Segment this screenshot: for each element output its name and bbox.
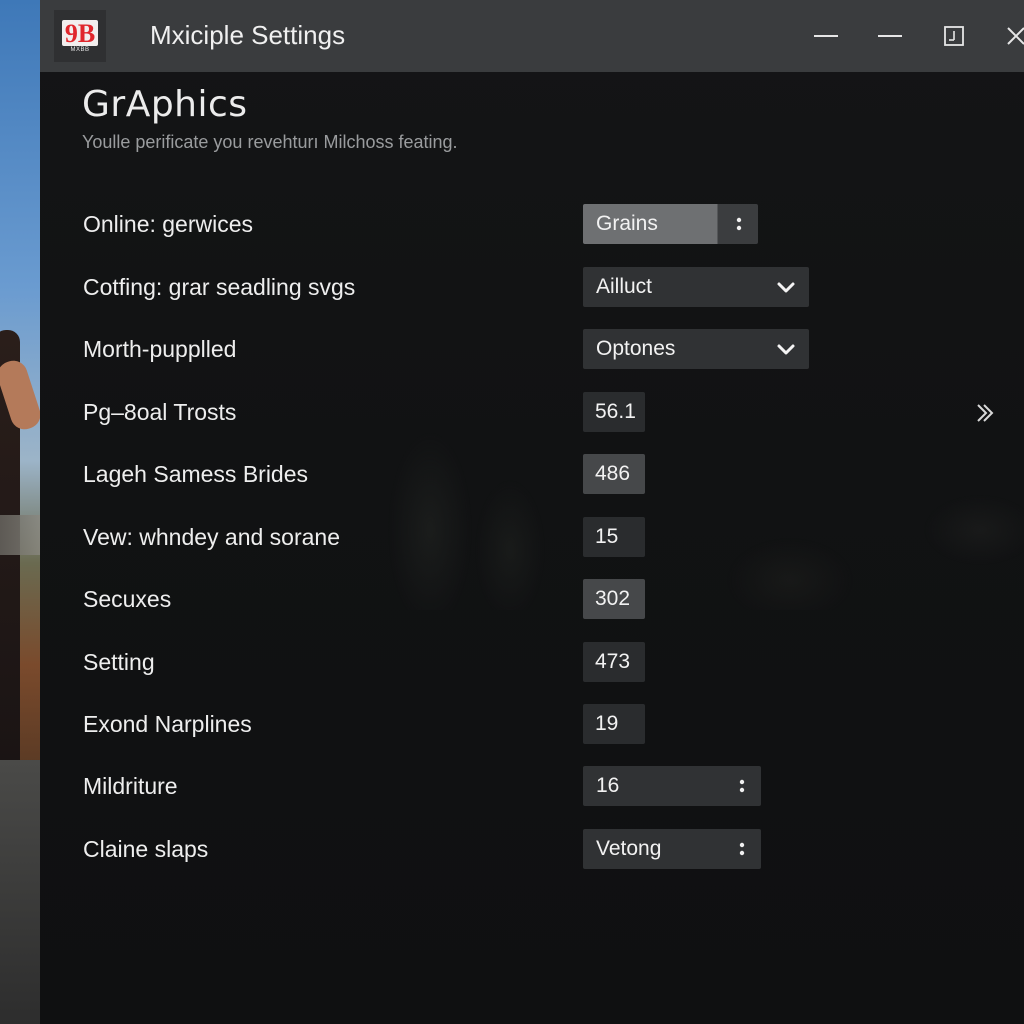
page-title: GrAphics	[82, 84, 248, 125]
setting-label: Vew: whndey and sorane	[83, 524, 341, 550]
page-subtitle: Youlle perificate you revehturı Milchoss…	[82, 132, 458, 152]
dropdown-value: Optones	[596, 337, 676, 360]
restore-icon	[878, 35, 902, 37]
app-logo: 9B MXBB	[54, 10, 106, 62]
restore-down-button[interactable]	[870, 16, 910, 56]
settings-window: 9B MXBB Mxiciple Settings GrAphics Youll…	[40, 0, 1024, 1024]
number-field[interactable]: 302	[583, 579, 645, 619]
chevron-down-icon	[771, 329, 801, 369]
setting-label: Exond Narplines	[83, 711, 252, 737]
distant-structure	[0, 515, 40, 555]
title-bar: 9B MXBB Mxiciple Settings	[40, 0, 1024, 72]
maximize-icon	[944, 26, 964, 46]
setting-label: Setting	[83, 649, 155, 675]
minimize-icon	[814, 35, 838, 37]
maximize-button[interactable]	[934, 16, 974, 56]
close-icon	[1007, 27, 1024, 45]
kebab-spinner-icon	[727, 766, 757, 806]
spinner-control[interactable]: Vetong	[583, 829, 761, 869]
setting-label: Morth-pupplled	[83, 336, 237, 362]
setting-label: Pg–8oal Trosts	[83, 399, 237, 425]
number-field[interactable]: 56.1	[583, 392, 645, 432]
road	[0, 760, 40, 1024]
spinner-control[interactable]: 16	[583, 766, 761, 806]
number-field[interactable]: 473	[583, 642, 645, 682]
chevron-down-icon	[771, 267, 801, 307]
setting-label: Lageh Samess Brides	[83, 461, 309, 487]
background-forest	[340, 390, 1024, 610]
close-button[interactable]	[996, 16, 1024, 56]
dropdown-value: Ailluct	[596, 275, 653, 298]
number-field[interactable]: 19	[583, 704, 645, 744]
setting-label: Secuxes	[83, 586, 172, 612]
number-field[interactable]: 15	[583, 517, 645, 557]
kebab-spinner-icon	[727, 829, 757, 869]
kebab-spinner-icon	[724, 204, 754, 244]
expand-panel-button[interactable]	[970, 396, 1000, 430]
setting-label: Online: gerwices	[83, 211, 254, 237]
dropdown-select[interactable]: Ailluct	[583, 267, 809, 307]
dropdown-select[interactable]: Optones	[583, 329, 809, 369]
background-game-scene	[0, 0, 40, 1024]
setting-label: Mildriture	[83, 773, 178, 799]
logo-mark: 9B	[61, 19, 99, 46]
setting-label: Claine slaps	[83, 836, 209, 862]
setting-label: Cotfing: grar seadling svgs	[83, 274, 356, 300]
double-chevron-right-icon	[977, 404, 994, 422]
window-title: Mxiciple Settings	[150, 20, 346, 50]
spinner-control[interactable]: Grains	[583, 204, 758, 244]
minimize-button[interactable]	[806, 16, 846, 56]
spinner-value: 16	[596, 774, 620, 797]
number-field[interactable]: 486	[583, 454, 645, 494]
logo-subtext: MXBB	[70, 46, 90, 53]
spinner-value: Grains	[596, 212, 658, 235]
spinner-value: Vetong	[596, 837, 662, 860]
